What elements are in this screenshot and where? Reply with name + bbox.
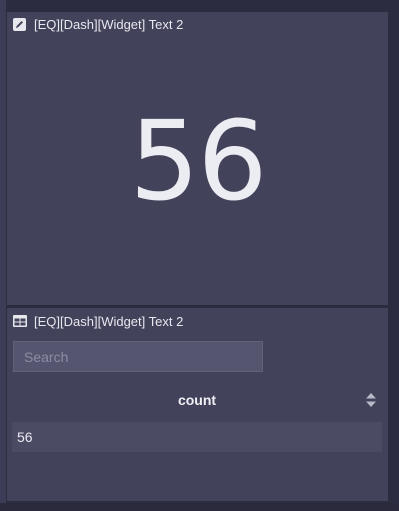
widget-title: [EQ][Dash][Widget] Text 2 [34, 313, 184, 329]
search-input[interactable] [13, 341, 263, 372]
widget-header: [EQ][Dash][Widget] Text 2 [13, 313, 183, 329]
left-sidebar-edge [0, 0, 6, 511]
table-icon [13, 314, 27, 328]
table-widget: [EQ][Dash][Widget] Text 2 count 56 [7, 308, 388, 501]
widget-value: 56 [129, 97, 268, 225]
column-header-label: count [177, 392, 217, 408]
table-row: 56 [12, 422, 382, 452]
sort-icon[interactable] [366, 393, 376, 407]
pencil-icon[interactable] [13, 17, 26, 31]
table-cell: 56 [17, 429, 33, 445]
widget-title: [EQ][Dash][Widget] Text 2 [34, 16, 184, 32]
data-table: count 56 [12, 386, 382, 452]
text-widget: [EQ][Dash][Widget] Text 2 56 [7, 12, 388, 305]
dashboard: [EQ][Dash][Widget] Text 2 56 [EQ][Dash][… [0, 0, 399, 511]
widget-header: [EQ][Dash][Widget] Text 2 [13, 16, 183, 32]
bottom-edge [0, 503, 399, 511]
column-header-count[interactable]: count [12, 386, 382, 414]
